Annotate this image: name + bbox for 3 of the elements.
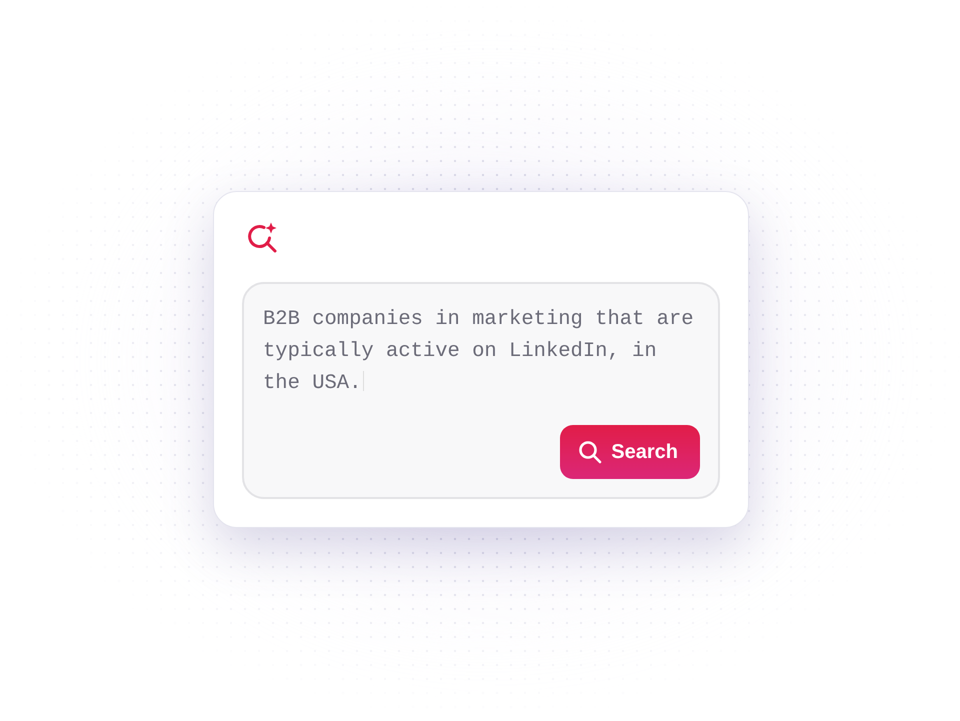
search-button[interactable]: Search <box>560 425 700 479</box>
search-icon <box>578 440 602 464</box>
query-input[interactable]: B2B companies in marketing that are typically active on LinkedIn, in the USA. <box>263 304 703 400</box>
